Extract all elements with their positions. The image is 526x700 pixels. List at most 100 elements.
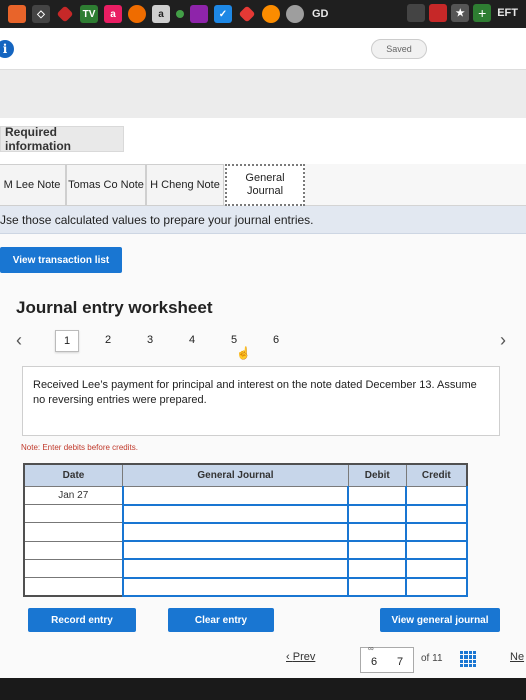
tab-label: Tomas Co Note bbox=[68, 179, 144, 191]
record-entry-button[interactable]: Record entry bbox=[28, 608, 136, 632]
date-cell[interactable] bbox=[24, 541, 124, 560]
page-6[interactable]: 6 bbox=[268, 334, 284, 346]
tv-icon[interactable]: TV bbox=[80, 5, 98, 23]
chevron-left-icon[interactable]: ‹ bbox=[16, 330, 22, 351]
credit-input[interactable] bbox=[406, 522, 468, 543]
bottom-strip bbox=[0, 678, 526, 700]
circle-icon[interactable] bbox=[128, 5, 146, 23]
account-select[interactable] bbox=[121, 559, 350, 579]
bookmarks-bar: ◇ TV a a ✓ GD ★ + EFT bbox=[0, 0, 526, 28]
table-row: Jan 27 bbox=[24, 486, 468, 506]
table-header-row: Date General Journal Debit Credit bbox=[23, 463, 468, 487]
account-select[interactable] bbox=[121, 522, 350, 543]
view-transaction-list-button[interactable]: View transaction list bbox=[0, 247, 122, 273]
gd-icon[interactable] bbox=[286, 5, 304, 23]
credit-input[interactable] bbox=[406, 577, 468, 598]
info-icon[interactable]: i bbox=[0, 40, 14, 58]
view-general-journal-button[interactable]: View general journal bbox=[380, 608, 500, 632]
next-link[interactable]: Ne bbox=[510, 651, 524, 663]
tab-label: M Lee Note bbox=[3, 179, 61, 191]
debit-input[interactable] bbox=[347, 541, 408, 561]
main-content: View transaction list Journal entry work… bbox=[0, 234, 526, 678]
debits-credits-note: Note: Enter debits before credits. bbox=[21, 443, 138, 452]
debit-input[interactable] bbox=[347, 486, 408, 506]
ball-icon[interactable] bbox=[262, 5, 280, 23]
date-cell[interactable]: Jan 27 bbox=[24, 486, 124, 506]
account-select[interactable] bbox=[121, 486, 350, 506]
required-info-tab[interactable]: Required information bbox=[0, 125, 124, 153]
date-cell[interactable] bbox=[24, 577, 124, 597]
credit-input[interactable] bbox=[406, 486, 468, 506]
gd-label[interactable]: GD bbox=[312, 8, 329, 20]
link-icon: ∞ bbox=[368, 644, 374, 653]
page-number-a: 6 bbox=[370, 656, 378, 668]
tab-h-cheng-note[interactable]: H Cheng Note bbox=[146, 164, 224, 206]
bookmarks-right: ★ + EFT bbox=[407, 4, 518, 22]
header-spacer bbox=[0, 70, 526, 118]
star-icon[interactable]: ★ bbox=[451, 4, 470, 22]
account-select[interactable] bbox=[121, 541, 350, 561]
table-row bbox=[24, 577, 468, 598]
eft-label[interactable]: EFT bbox=[497, 7, 518, 19]
debit-input[interactable] bbox=[347, 577, 408, 598]
tabs-row: M Lee Note Tomas Co Note H Cheng Note Ge… bbox=[0, 164, 526, 206]
bottom-navigation: ‹ Prev 6 7 ∞ of 11 Ne bbox=[0, 644, 526, 676]
top-bar: i Saved bbox=[0, 28, 526, 70]
flag-icon[interactable] bbox=[429, 4, 448, 22]
worksheet-title: Journal entry worksheet bbox=[16, 298, 213, 317]
credit-input[interactable] bbox=[406, 504, 468, 524]
page-5[interactable]: 5 bbox=[226, 334, 242, 346]
grid-icon[interactable] bbox=[460, 651, 476, 667]
a-icon[interactable]: a bbox=[104, 5, 122, 23]
cube-icon[interactable]: ◇ bbox=[32, 5, 50, 23]
col-credit: Credit bbox=[405, 463, 468, 487]
stop-icon[interactable] bbox=[8, 5, 26, 23]
debit-input[interactable] bbox=[347, 559, 408, 579]
table-row bbox=[24, 504, 468, 524]
hand-cursor-icon: ☝ bbox=[236, 346, 251, 360]
prev-link[interactable]: ‹ Prev bbox=[286, 651, 315, 663]
page-3[interactable]: 3 bbox=[142, 334, 158, 346]
tab-general-journal[interactable]: General Journal bbox=[225, 164, 305, 206]
account-select[interactable] bbox=[121, 577, 350, 598]
instruction-banner: Jse those calculated values to prepare y… bbox=[0, 206, 526, 234]
tab-tomas-co-note[interactable]: Tomas Co Note bbox=[66, 164, 146, 206]
page-number-b: 7 bbox=[396, 656, 404, 668]
debit-input[interactable] bbox=[347, 522, 408, 543]
debit-input[interactable] bbox=[347, 504, 408, 524]
clear-entry-button[interactable]: Clear entry bbox=[168, 608, 274, 632]
page-total: of 11 bbox=[421, 653, 443, 664]
table-row bbox=[24, 559, 468, 579]
account-select[interactable] bbox=[121, 504, 350, 524]
credit-input[interactable] bbox=[406, 559, 468, 579]
prev-label: Prev bbox=[292, 651, 316, 663]
gem-icon[interactable] bbox=[238, 5, 256, 23]
check-icon[interactable]: ✓ bbox=[214, 5, 232, 23]
page-1[interactable]: 1 bbox=[55, 330, 79, 352]
ticket-icon[interactable] bbox=[407, 4, 426, 22]
table-row bbox=[24, 541, 468, 561]
page-2[interactable]: 2 bbox=[100, 334, 116, 346]
transaction-description: Received Lee’s payment for principal and… bbox=[22, 366, 500, 436]
date-cell[interactable] bbox=[24, 504, 124, 524]
table-row bbox=[24, 522, 468, 543]
tab-label: H Cheng Note bbox=[150, 179, 220, 191]
col-debit: Debit bbox=[347, 463, 407, 487]
required-info-section: Required information bbox=[0, 118, 526, 164]
plus-icon[interactable]: + bbox=[473, 4, 492, 22]
date-cell[interactable] bbox=[24, 522, 124, 542]
amazon-icon[interactable]: a bbox=[152, 5, 170, 23]
photo-icon[interactable] bbox=[190, 5, 208, 23]
journal-entry-table: Date General Journal Debit Credit Jan 27 bbox=[23, 463, 468, 598]
saved-status: Saved bbox=[371, 39, 427, 59]
dot-icon[interactable] bbox=[176, 10, 184, 18]
worksheet-pager: ‹ 1 2 3 4 5 6 › bbox=[16, 330, 522, 356]
col-date: Date bbox=[23, 463, 124, 487]
chevron-right-icon[interactable]: › bbox=[500, 330, 506, 351]
tab-label: General Journal bbox=[245, 172, 285, 197]
date-cell[interactable] bbox=[24, 559, 124, 579]
diamond-icon[interactable] bbox=[56, 5, 74, 23]
page-4[interactable]: 4 bbox=[184, 334, 200, 346]
credit-input[interactable] bbox=[406, 541, 468, 561]
tab-m-lee-note[interactable]: M Lee Note bbox=[0, 164, 66, 206]
